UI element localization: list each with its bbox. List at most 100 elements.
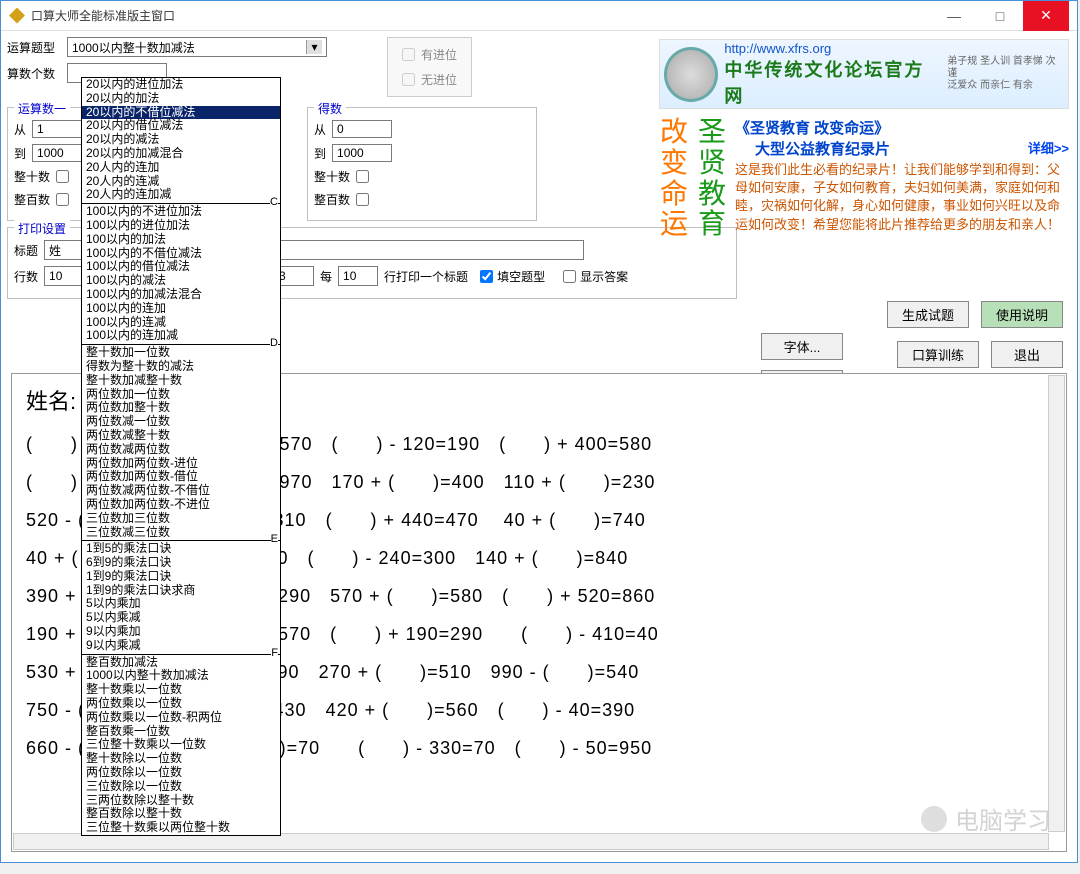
fill-checkbox[interactable] <box>480 270 493 283</box>
dropdown-item[interactable]: 5以内乘减 <box>82 611 280 625</box>
chevron-down-icon[interactable]: ▾ <box>306 40 322 54</box>
from-label: 从 <box>14 121 26 138</box>
op2-from-input[interactable] <box>332 120 392 138</box>
tens-label: 整十数 <box>14 168 50 185</box>
vertical-scrollbar[interactable] <box>1048 375 1065 832</box>
dropdown-item[interactable]: 20以内的进位加法 <box>82 78 280 92</box>
dropdown-item[interactable]: 整十数除以一位数 <box>82 752 280 766</box>
dropdown-item[interactable]: 两位数减整十数 <box>82 429 280 443</box>
dropdown-item[interactable]: 三位整十数乘以两位整十数 <box>82 821 280 835</box>
op1-tens-checkbox[interactable] <box>56 170 69 183</box>
dropdown-item[interactable]: 20人内的连加减 <box>82 188 280 202</box>
dropdown-item[interactable]: 6到9的乘法口诀 <box>82 556 280 570</box>
to-label: 到 <box>14 145 26 162</box>
font-button[interactable]: 字体... <box>761 333 843 360</box>
operand1-legend: 运算数一 <box>14 100 70 117</box>
dropdown-item[interactable]: 100以内的连加减 <box>82 329 280 343</box>
banner-title: 中华传统文化论坛官方网 <box>724 56 941 108</box>
each-input[interactable] <box>338 266 378 286</box>
showans-label: 显示答案 <box>580 268 628 285</box>
banner-url[interactable]: http://www.xfrs.org <box>724 41 941 56</box>
op2-hundreds-checkbox[interactable] <box>356 193 369 206</box>
banner: http://www.xfrs.org 中华传统文化论坛官方网 弟子规 圣人训 … <box>659 39 1069 109</box>
hundreds-label2: 整百数 <box>314 191 350 208</box>
dropdown-item[interactable]: 9以内乘减 <box>82 639 280 653</box>
dropdown-item[interactable]: 100以内的不进位加法 <box>82 205 280 219</box>
hundreds-label: 整百数 <box>14 191 50 208</box>
nocarry-checkbox[interactable] <box>402 73 415 86</box>
type-dropdown-list[interactable]: 20以内的进位加法20以内的加法20以内的不借位减法20以内的借位减法20以内的… <box>81 77 281 836</box>
dropdown-item[interactable]: 两位数乘以一位数-积两位 <box>82 711 280 725</box>
nocarry-label: 无进位 <box>421 71 457 88</box>
dropdown-item[interactable]: 9以内乘加 <box>82 625 280 639</box>
window-title: 口算大师全能标准版主窗口 <box>31 7 931 24</box>
print-legend: 打印设置 <box>14 220 70 237</box>
rows-label: 行数 <box>14 268 38 285</box>
showans-checkbox[interactable] <box>563 270 576 283</box>
dropdown-item[interactable]: 1到9的乘法口诀求商 <box>82 584 280 598</box>
fill-label: 填空题型 <box>497 268 545 285</box>
result-fieldset: 得数 从 到 整十数 整百数 <box>307 107 537 221</box>
result-legend: 得数 <box>314 100 346 117</box>
dropdown-item[interactable]: 整十数加一位数 <box>82 346 280 360</box>
each-label: 每 <box>320 268 332 285</box>
detail-link[interactable]: 详细>> <box>1028 138 1069 157</box>
type-combo[interactable]: 1000以内整十数加减法 ▾ <box>67 37 327 57</box>
promo-t2: 大型公益教育纪录片 <box>755 141 890 158</box>
dropdown-item[interactable]: 整十数乘以一位数 <box>82 683 280 697</box>
maximize-button[interactable]: □ <box>977 1 1023 31</box>
dropdown-item[interactable]: 100以内的进位加法 <box>82 219 280 233</box>
dropdown-item[interactable]: 20以内的减法 <box>82 133 280 147</box>
dropdown-item[interactable]: 100以内的连加 <box>82 302 280 316</box>
train-button[interactable]: 口算训练 <box>897 341 979 368</box>
carry-group: 有进位 无进位 <box>387 37 472 97</box>
app-icon <box>9 8 25 24</box>
to-label2: 到 <box>314 145 326 162</box>
help-button[interactable]: 使用说明 <box>981 301 1063 328</box>
dropdown-item[interactable]: 20以内的加法 <box>82 92 280 106</box>
rows-input[interactable] <box>44 266 84 286</box>
tens-label2: 整十数 <box>314 168 350 185</box>
dropdown-item[interactable]: 100以内的加减法混合 <box>82 288 280 302</box>
dropdown-item[interactable]: 两位数除以一位数 <box>82 766 280 780</box>
promo-desc: 这是我们此生必看的纪录片！让我们能够学到和得到：父母如何安康，子女如何教育，夫妇… <box>735 161 1069 234</box>
banner-side1: 弟子规 圣人训 首孝悌 次谨 <box>947 56 1064 80</box>
dropdown-item[interactable]: 两位数加两位数-不进位 <box>82 498 280 512</box>
type-label: 运算题型 <box>7 39 67 56</box>
from-label2: 从 <box>314 121 326 138</box>
carry-label: 有进位 <box>421 46 457 63</box>
dropdown-item[interactable]: 两位数减两位数-不借位 <box>82 484 280 498</box>
op2-to-input[interactable] <box>332 144 392 162</box>
close-button[interactable]: ✕ <box>1023 1 1069 31</box>
dropdown-item[interactable]: 整十数加减整十数 <box>82 374 280 388</box>
type-combo-value: 1000以内整十数加减法 <box>72 39 195 56</box>
count-label: 算数个数 <box>7 65 67 82</box>
titlebar: 口算大师全能标准版主窗口 — □ ✕ <box>1 1 1077 31</box>
avatar-icon <box>664 47 718 102</box>
op2-tens-checkbox[interactable] <box>356 170 369 183</box>
carry-checkbox[interactable] <box>402 48 415 61</box>
dropdown-item[interactable]: 20以内的加减混合 <box>82 147 280 161</box>
dropdown-item[interactable]: 5以内乘加 <box>82 597 280 611</box>
dropdown-item[interactable]: 两位数减两位数 <box>82 443 280 457</box>
promo-t1: 《圣贤教育 改变命运》 <box>735 120 889 137</box>
dropdown-item[interactable]: 三位数减三位数 <box>82 526 280 540</box>
dropdown-item[interactable]: 100以内的减法 <box>82 274 280 288</box>
dropdown-item[interactable]: 两位数减一位数 <box>82 415 280 429</box>
dropdown-item[interactable]: 两位数乘以一位数 <box>82 697 280 711</box>
op1-hundreds-checkbox[interactable] <box>56 193 69 206</box>
dropdown-item[interactable]: 20人内的连加 <box>82 161 280 175</box>
promo-v1: 改变命运 <box>659 117 689 240</box>
promo-v2: 圣贤教育 <box>697 117 727 240</box>
banner-side2: 泛爱众 而亲仁 有余 <box>947 80 1064 92</box>
title-label: 标题 <box>14 242 38 259</box>
dropdown-item[interactable]: 三位数加三位数 <box>82 512 280 526</box>
generate-button[interactable]: 生成试题 <box>887 301 969 328</box>
dropdown-item[interactable]: 1到9的乘法口诀 <box>82 570 280 584</box>
dropdown-item[interactable]: 三位数除以一位数 <box>82 780 280 794</box>
exit-button[interactable]: 退出 <box>991 341 1063 368</box>
dropdown-item[interactable]: 100以内的加法 <box>82 233 280 247</box>
each-suffix: 行打印一个标题 <box>384 268 468 285</box>
dropdown-item[interactable]: 得数为整十数的减法 <box>82 360 280 374</box>
minimize-button[interactable]: — <box>931 1 977 31</box>
